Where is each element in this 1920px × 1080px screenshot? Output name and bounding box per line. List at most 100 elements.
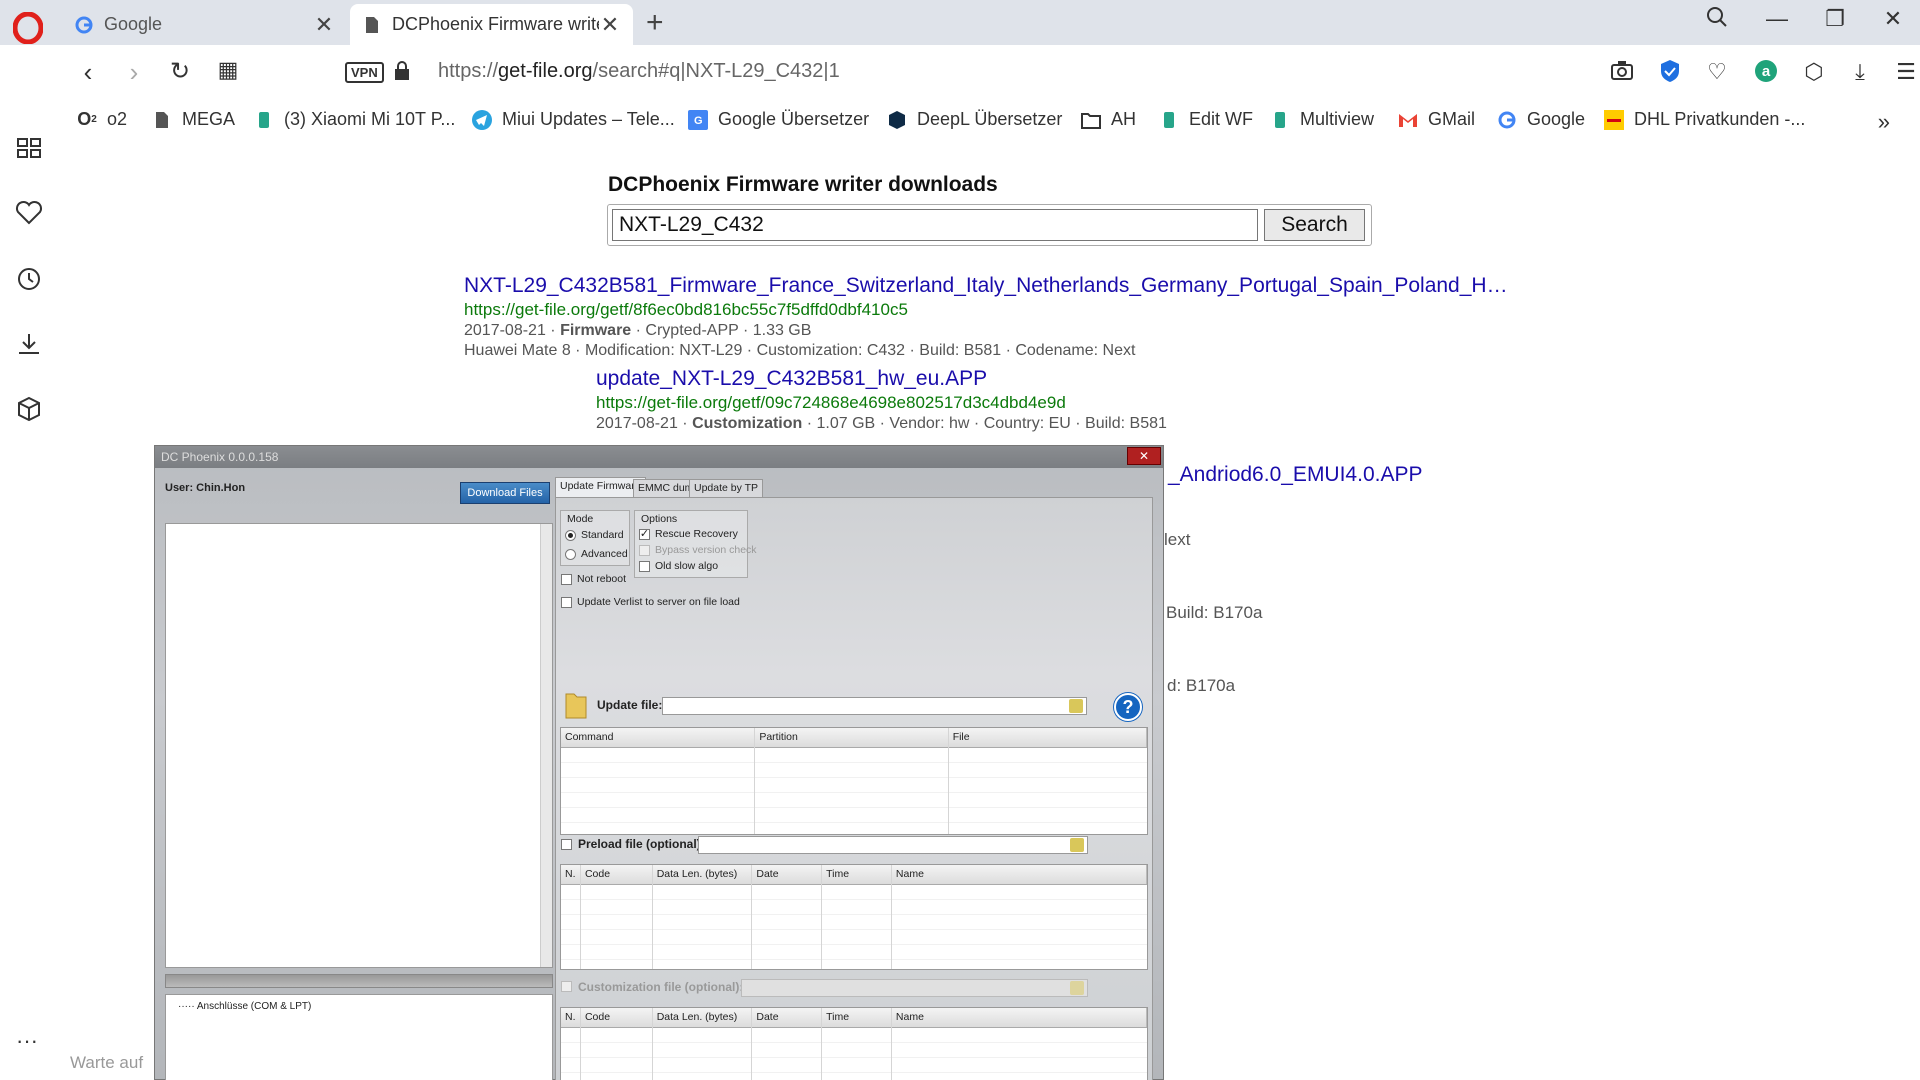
result-url[interactable]: https://get-file.org/getf/09c724868e4698… [596,393,1167,413]
new-tab-button[interactable]: + [646,6,664,40]
result-item: NXT-L29_C432B581_Firmware_France_Switzer… [464,274,1508,360]
dcphoenix-close-button[interactable]: ✕ [1127,447,1161,465]
folder-icon [1081,110,1101,130]
result-title-link[interactable]: NXT-L29_C432B581_Firmware_France_Switzer… [464,274,1508,298]
update-verlist-checkbox[interactable]: Update Verlist to server on file load [561,596,740,608]
download-files-button[interactable]: Download Files [460,482,550,504]
rescue-recovery-checkbox[interactable]: ✓ Rescue Recovery [639,528,738,540]
tree-item-ports[interactable]: ····· Anschlüsse (COM & LPT) [178,1001,311,1012]
document-icon [362,15,382,35]
tab-update-by-tp[interactable]: Update by TP [689,479,764,497]
forward-button[interactable]: › [116,57,152,88]
tab-update-firmware[interactable]: Update Firmware [555,477,646,497]
camera-icon[interactable] [1608,59,1636,87]
update-file-field[interactable] [662,697,1087,715]
tabs-grid-icon[interactable]: ▦ [210,57,246,83]
downloads-icon[interactable] [14,329,44,359]
preload-file-checkbox[interactable] [561,839,577,850]
bookmark-miui[interactable]: Miui Updates – Tele... [472,109,675,130]
bookmark-google-translate[interactable]: G Google Übersetzer [688,109,869,130]
bookmark-deepl[interactable]: DeepL Übersetzer [887,109,1062,130]
close-tab-icon[interactable]: ✕ [599,12,621,38]
preload-table[interactable]: N. Code Data Len. (bytes) Date Time Name [560,864,1148,970]
log-scrollbar[interactable] [540,524,552,967]
bypass-version-checkbox[interactable]: Bypass version check [639,544,757,556]
search-button[interactable]: Search [1264,209,1365,241]
close-window-button[interactable]: ✕ [1873,6,1913,32]
customization-file-field[interactable] [741,979,1088,997]
amazon-assistant-icon[interactable]: a [1752,59,1780,87]
reload-button[interactable]: ↻ [162,57,198,86]
restore-button[interactable]: ❐ [1815,6,1855,32]
more-bookmarks-icon[interactable]: » [1878,109,1890,135]
tab-title: Google [104,14,163,34]
radio-icon [565,529,576,541]
bookmark-gmail[interactable]: GMail [1398,109,1475,130]
options-group: Options ✓ Rescue Recovery Bypass version … [634,510,757,578]
cube-icon[interactable]: ⬡ [1800,59,1828,87]
mode-advanced-radio[interactable]: Advanced [565,548,628,560]
close-tab-icon[interactable]: ✕ [313,12,335,38]
bookmark-edit-wf[interactable]: Edit WF [1159,109,1253,130]
heart-icon[interactable]: ♡ [1703,59,1731,87]
result-meta-details: Huawei Mate 8 · Modification: NXT-L29 · … [464,342,1136,359]
result-meta-partial: lext [1164,530,1191,549]
result-url[interactable]: https://get-file.org/getf/8f6ec0bd816bc5… [464,300,1508,320]
result-title-link-partial[interactable]: _Andriod6.0_EMUI4.0.APP [1168,463,1422,487]
bookmark-multiview[interactable]: Multiview [1270,109,1374,130]
history-icon[interactable] [14,264,44,294]
back-button[interactable]: ‹ [70,57,106,88]
bookmark-o2[interactable]: O 2 o2 [77,109,127,130]
customization-file-checkbox[interactable] [561,981,577,992]
status-bar-text: Warte auf [70,1053,144,1072]
speed-dial-icon[interactable] [14,133,44,163]
result-title-link[interactable]: update_NXT-L29_C432B581_hw_eu.APP [596,367,1167,391]
search-input[interactable] [612,209,1258,241]
extensions-cube-icon[interactable] [14,394,44,424]
checkbox-icon [639,544,650,556]
mode-title: Mode [567,513,594,525]
bookmark-google[interactable]: Google [1497,109,1585,130]
dhl-icon [1604,109,1624,130]
preload-file-field[interactable] [698,836,1088,854]
not-reboot-checkbox[interactable]: Not reboot [561,573,626,585]
open-file-icon[interactable] [1070,981,1084,995]
result-meta: 2017-08-21 · Customization · 1.07 GB · V… [596,415,1167,432]
update-file-table[interactable]: Command Partition File [560,727,1148,835]
customization-table[interactable]: N. Code Data Len. (bytes) Date Time Name [560,1007,1148,1080]
easy-setup-icon[interactable]: ☰ [1892,59,1920,87]
opera-logo-icon[interactable] [13,12,43,44]
svg-text:a: a [1762,63,1771,80]
download-icon[interactable]: ⤓ [1846,59,1874,87]
document-icon [152,110,172,130]
open-file-icon[interactable] [1070,838,1084,852]
search-tabs-icon[interactable] [1697,6,1737,34]
bookmark-dhl[interactable]: DHL Privatkunden -... [1604,109,1805,130]
bookmark-icon [1159,110,1179,130]
url-field[interactable]: https://get-file.org/search#q|NXT-L29_C4… [438,60,840,83]
vpn-badge[interactable]: VPN [345,62,384,83]
google-translate-icon: G [688,109,708,130]
bookmarks-heart-icon[interactable] [14,198,44,228]
device-tree[interactable]: ····· Anschlüsse (COM & LPT) [165,994,553,1080]
bookmark-mega[interactable]: MEGA [152,109,235,130]
lock-icon[interactable] [393,60,411,82]
tab-dcphoenix[interactable]: DCPhoenix Firmware writer ✕ [350,4,633,45]
open-file-icon[interactable] [1069,699,1083,713]
checkbox-icon [561,981,572,992]
more-options-icon[interactable]: ··· [16,1028,38,1054]
checkbox-icon [561,596,572,608]
mode-standard-radio[interactable]: Standard [565,529,624,541]
minimize-button[interactable]: — [1757,6,1797,32]
mode-group: Mode Standard Advanced [560,510,630,566]
shield-icon[interactable] [1656,59,1684,87]
folder-icon[interactable] [564,690,588,720]
log-panel[interactable] [165,523,553,968]
tab-google[interactable]: Google ✕ [62,4,347,45]
dcphoenix-titlebar[interactable]: DC Phoenix 0.0.0.158 [155,446,1163,468]
customization-file-label: Customization file (optional): [578,980,744,994]
help-icon[interactable]: ? [1114,693,1142,721]
bookmark-xiaomi[interactable]: (3) Xiaomi Mi 10T P... [254,109,455,130]
old-slow-algo-checkbox[interactable]: Old slow algo [639,560,718,572]
bookmark-ah[interactable]: AH [1081,109,1136,130]
